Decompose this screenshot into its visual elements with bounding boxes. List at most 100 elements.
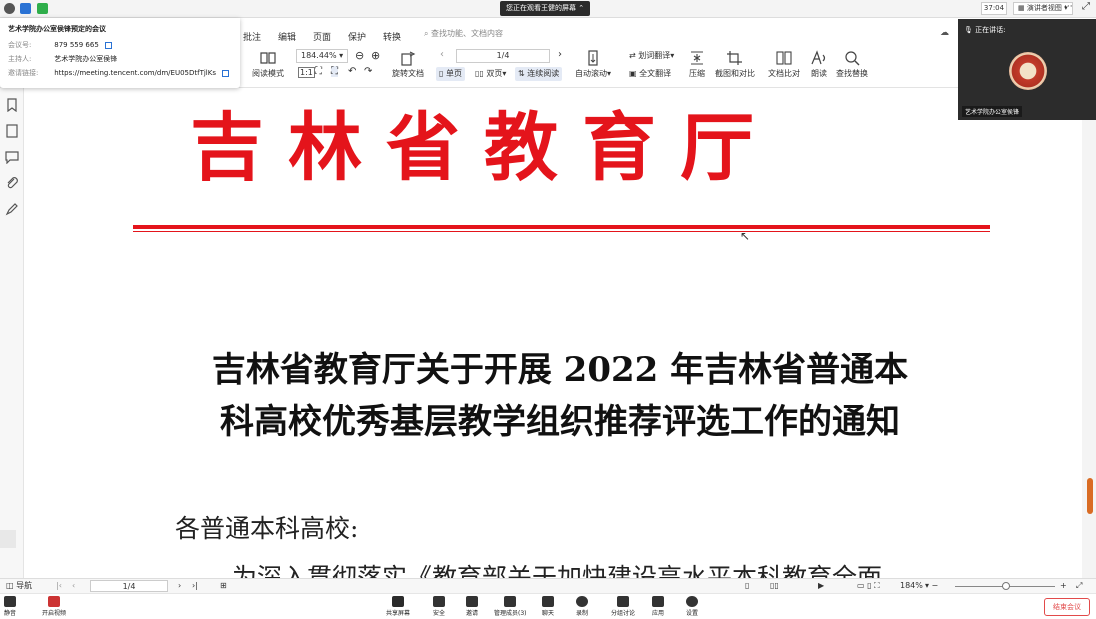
invite-button[interactable]: 邀请 [466, 596, 478, 617]
members-label: 管理成员(3) [494, 610, 527, 617]
signal-icon[interactable] [37, 3, 48, 14]
double-page-label: 双页 [486, 69, 503, 78]
single-page-button[interactable]: ▯ 单页 [436, 67, 465, 81]
collapse-icon[interactable]: ⌃ [578, 4, 584, 12]
compress-button[interactable]: 压缩 [688, 50, 706, 79]
zoom-dropdown-icon[interactable]: ▾ − [925, 579, 938, 593]
screenshot-compare-button[interactable]: 截图和对比 [715, 50, 755, 79]
share-banner: 您正在观看王健的屏幕 ⌃ [500, 1, 591, 16]
meeting-title: 艺术学院办公室侯锋预定的会议 [8, 25, 106, 33]
end-meeting-button[interactable]: 结束会议 [1044, 598, 1090, 616]
next-page-status-icon[interactable]: › [178, 579, 181, 593]
signature-icon[interactable] [5, 202, 19, 216]
fullscreen-icon[interactable]: ⤢ [1082, 1, 1090, 12]
copy-link-icon[interactable] [222, 69, 230, 77]
single-page-label: 单页 [445, 69, 462, 78]
read-aloud-button[interactable]: 朗读 [810, 50, 828, 79]
actual-size-icon[interactable]: 1:1 [298, 67, 315, 78]
search-icon: ⌕ [424, 29, 429, 38]
last-page-icon[interactable]: ›| [192, 579, 198, 593]
zoom-in-status-icon[interactable]: + [1060, 579, 1067, 593]
tab-protect[interactable]: 保护 [348, 30, 366, 43]
auto-scroll-button[interactable]: 自动滚动▾ [575, 50, 611, 79]
mute-button[interactable]: 静音 [4, 596, 16, 617]
breakout-button[interactable]: 分组讨论 [611, 596, 635, 617]
page-input[interactable]: 1/4 [456, 49, 550, 63]
rotate-right-icon[interactable]: ↷ [364, 66, 372, 77]
bookmark-icon[interactable] [5, 98, 19, 112]
share-screen-icon [392, 596, 404, 607]
grid-icon: ▦ [1018, 4, 1025, 12]
record-icon [576, 596, 588, 607]
zoom-out-icon[interactable]: ⊖ [355, 49, 364, 62]
fit-width-icon[interactable]: ⛶ [331, 66, 338, 77]
tab-edit[interactable]: 编辑 [278, 30, 296, 43]
rotate-left-icon[interactable]: ↶ [348, 66, 356, 77]
play-icon[interactable]: ▶ [818, 579, 824, 593]
rotate-doc-button[interactable]: 旋转文档 [392, 50, 424, 79]
fit-page-icon[interactable]: ⛶ [315, 66, 322, 77]
search-placeholder: 查找功能、文档内容 [431, 29, 504, 38]
double-page-button[interactable]: ▯▯ 双页▾ [472, 67, 509, 81]
meeting-timer: 37:04 [981, 2, 1007, 15]
meeting-info-popup: 艺术学院办公室侯锋预定的会议 会议号: 879 559 665 主持人: 艺术学… [0, 18, 240, 88]
security-button[interactable]: 安全 [433, 596, 445, 617]
tab-annotate[interactable]: 批注 [243, 30, 261, 43]
tab-page[interactable]: 页面 [313, 30, 331, 43]
find-replace-button[interactable]: 查找替换 [836, 50, 868, 79]
double-view-icon[interactable]: ▯▯ [770, 579, 779, 593]
nav-toggle[interactable]: ◫ 导航 [6, 579, 32, 593]
insert-page-icon[interactable]: ⊞ [220, 579, 227, 593]
continuous-read-button[interactable]: ⇅ 连续阅读 [515, 67, 563, 81]
scroll-thumb[interactable] [1087, 478, 1093, 514]
fullscreen-status-icon[interactable]: ⤢ [1076, 579, 1082, 593]
cloud-icon[interactable]: ☁ [940, 28, 949, 38]
screenshot-compare-label: 截图和对比 [715, 69, 755, 78]
video-button[interactable]: 开启视频 [42, 596, 66, 617]
record-label: 录制 [576, 610, 589, 617]
info-icon[interactable] [4, 3, 15, 14]
invite-icon [466, 596, 478, 607]
document-greeting: 各普通本科高校: [175, 514, 359, 543]
translate-icon: ⇄ [629, 51, 636, 60]
read-mode-button[interactable]: 阅读模式 [252, 50, 284, 79]
comment-icon[interactable] [5, 150, 19, 164]
read-mode-label: 阅读模式 [252, 69, 284, 78]
full-translate-button[interactable]: ▣ 全文翻译 [626, 67, 674, 81]
word-translate-button[interactable]: ⇄ 划词翻译▾ [626, 49, 677, 63]
search-input[interactable]: ⌕ 查找功能、文档内容 [424, 28, 503, 39]
full-translate-icon: ▣ [629, 69, 637, 78]
single-view-icon[interactable]: ▯ [745, 579, 749, 593]
read-aloud-icon [811, 50, 826, 65]
shield-icon[interactable] [20, 3, 31, 14]
attachment-icon[interactable] [5, 176, 19, 190]
auto-scroll-icon [588, 50, 598, 66]
share-screen-button[interactable]: 共享屏幕 [386, 596, 410, 617]
prev-page-status-icon[interactable]: ‹ [72, 579, 75, 593]
copy-icon[interactable] [105, 41, 113, 49]
chat-button[interactable]: 聊天 [542, 596, 554, 617]
next-page-icon[interactable]: › [558, 49, 562, 60]
thumbnail-icon[interactable] [5, 124, 19, 138]
speaker-video-panel[interactable]: 🎙 正在讲话: 艺术学院办公室侯锋 [958, 19, 1096, 120]
settings-button[interactable]: 设置 [686, 596, 698, 617]
apps-button[interactable]: 应用 [652, 596, 664, 617]
meeting-id: 879 559 665 [54, 41, 99, 49]
screenshot-icon [727, 51, 742, 65]
zoom-slider-knob[interactable] [1002, 582, 1010, 590]
prev-page-icon[interactable]: ‹ [440, 49, 444, 60]
status-zoom[interactable]: 184% [900, 579, 923, 593]
fit-icons[interactable]: ▭ ▯ ⛶ [857, 579, 880, 593]
first-page-icon[interactable]: |‹ [56, 579, 62, 593]
invite-link[interactable]: https://meeting.tencent.com/dm/EU05DtfTj… [54, 69, 216, 77]
list-toggle-icon[interactable] [0, 530, 16, 548]
tab-convert[interactable]: 转换 [383, 30, 401, 43]
record-button[interactable]: 录制 [576, 596, 588, 617]
status-page-input[interactable]: 1/4 [90, 580, 168, 592]
zoom-in-icon[interactable]: ⊕ [371, 49, 380, 62]
more-icon[interactable]: ··· [1064, 2, 1073, 12]
double-page-icon: ▯▯ [475, 69, 484, 78]
doc-compare-button[interactable]: 文档比对 [768, 50, 800, 79]
zoom-select[interactable]: 184.44% ▾ [296, 49, 348, 63]
members-button[interactable]: 管理成员(3) [494, 596, 527, 617]
